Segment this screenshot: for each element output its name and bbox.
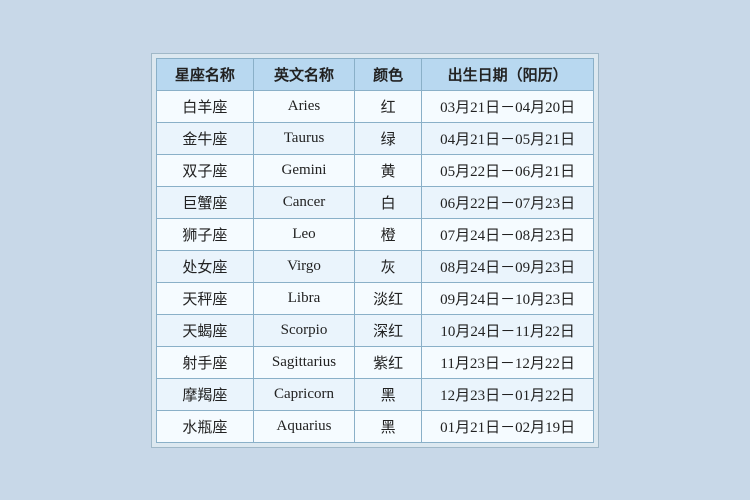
cell-chinese-0: 白羊座	[156, 90, 253, 122]
cell-english-0: Aries	[253, 90, 354, 122]
col-header-english: 英文名称	[253, 58, 354, 90]
cell-english-4: Leo	[253, 218, 354, 250]
cell-english-8: Sagittarius	[253, 346, 354, 378]
cell-dates-8: 11月23日－12月22日	[422, 346, 594, 378]
zodiac-table: 星座名称 英文名称 颜色 出生日期（阳历） 白羊座Aries红03月21日－04…	[156, 58, 594, 443]
cell-dates-5: 08月24日－09月23日	[422, 250, 594, 282]
col-header-dates: 出生日期（阳历）	[422, 58, 594, 90]
table-row: 摩羯座Capricorn黑12月23日－01月22日	[156, 378, 593, 410]
cell-color-10: 黑	[355, 410, 422, 442]
cell-dates-4: 07月24日－08月23日	[422, 218, 594, 250]
cell-chinese-9: 摩羯座	[156, 378, 253, 410]
cell-color-2: 黄	[355, 154, 422, 186]
table-row: 天秤座Libra淡红09月24日－10月23日	[156, 282, 593, 314]
table-row: 巨蟹座Cancer白06月22日－07月23日	[156, 186, 593, 218]
table-row: 双子座Gemini黄05月22日－06月21日	[156, 154, 593, 186]
cell-english-3: Cancer	[253, 186, 354, 218]
cell-english-1: Taurus	[253, 122, 354, 154]
cell-dates-9: 12月23日－01月22日	[422, 378, 594, 410]
cell-english-2: Gemini	[253, 154, 354, 186]
table-row: 天蝎座Scorpio深红10月24日－11月22日	[156, 314, 593, 346]
cell-color-5: 灰	[355, 250, 422, 282]
cell-dates-7: 10月24日－11月22日	[422, 314, 594, 346]
col-header-color: 颜色	[355, 58, 422, 90]
cell-chinese-7: 天蝎座	[156, 314, 253, 346]
zodiac-table-container: 星座名称 英文名称 颜色 出生日期（阳历） 白羊座Aries红03月21日－04…	[151, 53, 599, 448]
cell-dates-2: 05月22日－06月21日	[422, 154, 594, 186]
cell-color-3: 白	[355, 186, 422, 218]
cell-dates-1: 04月21日－05月21日	[422, 122, 594, 154]
table-row: 狮子座Leo橙07月24日－08月23日	[156, 218, 593, 250]
cell-color-7: 深红	[355, 314, 422, 346]
col-header-chinese: 星座名称	[156, 58, 253, 90]
cell-color-1: 绿	[355, 122, 422, 154]
cell-dates-0: 03月21日－04月20日	[422, 90, 594, 122]
cell-chinese-8: 射手座	[156, 346, 253, 378]
cell-english-9: Capricorn	[253, 378, 354, 410]
cell-color-9: 黑	[355, 378, 422, 410]
table-row: 金牛座Taurus绿04月21日－05月21日	[156, 122, 593, 154]
cell-english-7: Scorpio	[253, 314, 354, 346]
table-row: 白羊座Aries红03月21日－04月20日	[156, 90, 593, 122]
cell-chinese-4: 狮子座	[156, 218, 253, 250]
cell-chinese-10: 水瓶座	[156, 410, 253, 442]
cell-english-5: Virgo	[253, 250, 354, 282]
table-row: 射手座Sagittarius紫红11月23日－12月22日	[156, 346, 593, 378]
cell-dates-10: 01月21日－02月19日	[422, 410, 594, 442]
table-header-row: 星座名称 英文名称 颜色 出生日期（阳历）	[156, 58, 593, 90]
cell-chinese-6: 天秤座	[156, 282, 253, 314]
cell-color-0: 红	[355, 90, 422, 122]
table-row: 处女座Virgo灰08月24日－09月23日	[156, 250, 593, 282]
cell-chinese-3: 巨蟹座	[156, 186, 253, 218]
cell-chinese-2: 双子座	[156, 154, 253, 186]
table-row: 水瓶座Aquarius黑01月21日－02月19日	[156, 410, 593, 442]
cell-chinese-5: 处女座	[156, 250, 253, 282]
cell-color-6: 淡红	[355, 282, 422, 314]
cell-english-10: Aquarius	[253, 410, 354, 442]
cell-chinese-1: 金牛座	[156, 122, 253, 154]
cell-dates-3: 06月22日－07月23日	[422, 186, 594, 218]
cell-color-8: 紫红	[355, 346, 422, 378]
cell-dates-6: 09月24日－10月23日	[422, 282, 594, 314]
cell-color-4: 橙	[355, 218, 422, 250]
cell-english-6: Libra	[253, 282, 354, 314]
